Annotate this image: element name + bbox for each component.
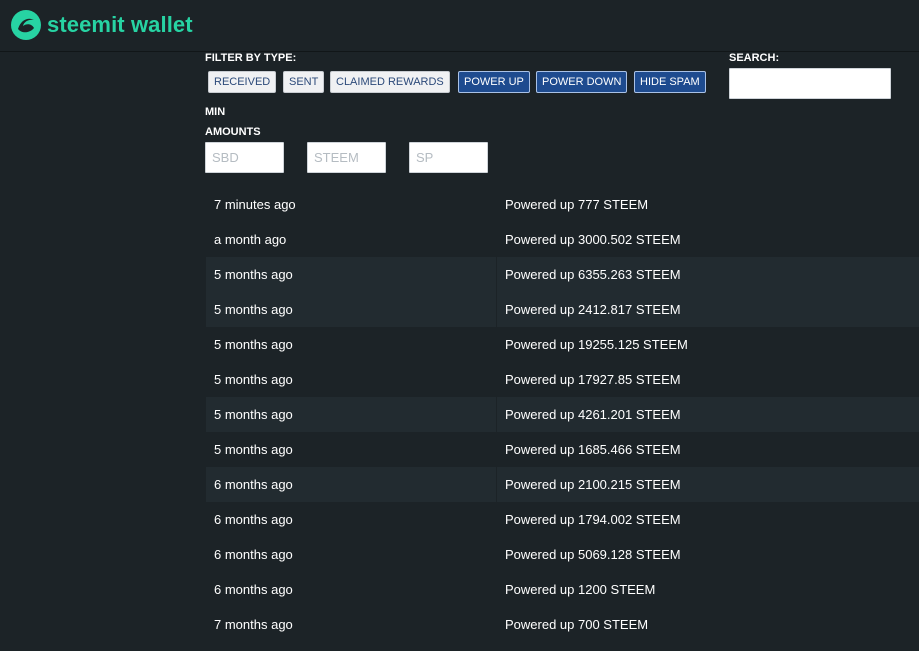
transaction-description: Powered up 6355.263 STEEM [505,267,681,282]
table-row: 5 months ago Powered up 1685.466 STEEM [206,432,919,467]
transaction-history-list: 7 minutes ago Powered up 777 STEEM a mon… [206,187,919,642]
filter-power-down-button[interactable]: POWER DOWN [536,71,628,93]
top-header: steemit wallet [0,0,919,52]
transaction-time: 5 months ago [206,327,497,362]
brand-name: steemit wallet [47,12,193,37]
table-row: 5 months ago Powered up 4261.201 STEEM [206,397,919,432]
search-label: SEARCH: [729,52,780,64]
transaction-description: Powered up 2412.817 STEEM [505,302,681,317]
hide-spam-button[interactable]: HIDE SPAM [634,71,706,93]
transaction-time: 6 months ago [206,467,497,502]
transaction-time: 7 months ago [206,607,497,642]
table-row: 5 months ago Powered up 6355.263 STEEM [206,257,919,292]
transaction-time: 6 months ago [206,502,497,537]
transaction-time: 5 months ago [206,292,497,327]
transaction-description: Powered up 17927.85 STEEM [505,372,681,387]
transaction-description: Powered up 5069.128 STEEM [505,547,681,562]
table-row: a month ago Powered up 3000.502 STEEM [206,222,919,257]
min-label: MIN [205,106,226,118]
filter-by-type-label: FILTER BY TYPE: [205,52,297,64]
search-input[interactable] [729,68,891,99]
filter-claimed-rewards-button[interactable]: CLAIMED REWARDS [330,71,450,93]
table-row: 5 months ago Powered up 17927.85 STEEM [206,362,919,397]
transaction-description: Powered up 4261.201 STEEM [505,407,681,422]
steemit-logo[interactable]: steemit wallet [10,9,193,41]
transaction-description: Powered up 19255.125 STEEM [505,337,688,352]
table-row: 5 months ago Powered up 19255.125 STEEM [206,327,919,362]
min-steem-input[interactable] [307,142,386,173]
filter-sent-button[interactable]: SENT [283,71,325,93]
transaction-time: 5 months ago [206,257,497,292]
table-row: 6 months ago Powered up 2100.215 STEEM [206,467,919,502]
table-row: 7 minutes ago Powered up 777 STEEM [206,187,919,222]
transaction-time: 6 months ago [206,572,497,607]
transaction-description: Powered up 700 STEEM [505,617,649,632]
transaction-description: Powered up 777 STEEM [505,197,649,212]
amounts-label: AMOUNTS [205,126,261,138]
transaction-time: 5 months ago [206,362,497,397]
transaction-description: Powered up 1685.466 STEEM [505,442,681,457]
table-row: 6 months ago Powered up 1200 STEEM [206,572,919,607]
table-row: 7 months ago Powered up 700 STEEM [206,607,919,642]
min-sbd-input[interactable] [205,142,284,173]
transaction-time: 6 months ago [206,537,497,572]
transaction-time: 7 minutes ago [206,187,497,222]
transaction-time: 5 months ago [206,432,497,467]
transaction-description: Powered up 2100.215 STEEM [505,477,681,492]
transaction-time: 5 months ago [206,397,497,432]
steemit-logo-icon [11,10,41,40]
filter-power-up-button[interactable]: POWER UP [458,71,530,93]
table-row: 6 months ago Powered up 5069.128 STEEM [206,537,919,572]
transaction-description: Powered up 1794.002 STEEM [505,512,681,527]
transaction-description: Powered up 3000.502 STEEM [505,232,681,247]
table-row: 6 months ago Powered up 1794.002 STEEM [206,502,919,537]
transaction-time: a month ago [206,222,497,257]
transaction-description: Powered up 1200 STEEM [505,582,656,597]
min-sp-input[interactable] [409,142,488,173]
filter-received-button[interactable]: RECEIVED [208,71,277,93]
table-row: 5 months ago Powered up 2412.817 STEEM [206,292,919,327]
